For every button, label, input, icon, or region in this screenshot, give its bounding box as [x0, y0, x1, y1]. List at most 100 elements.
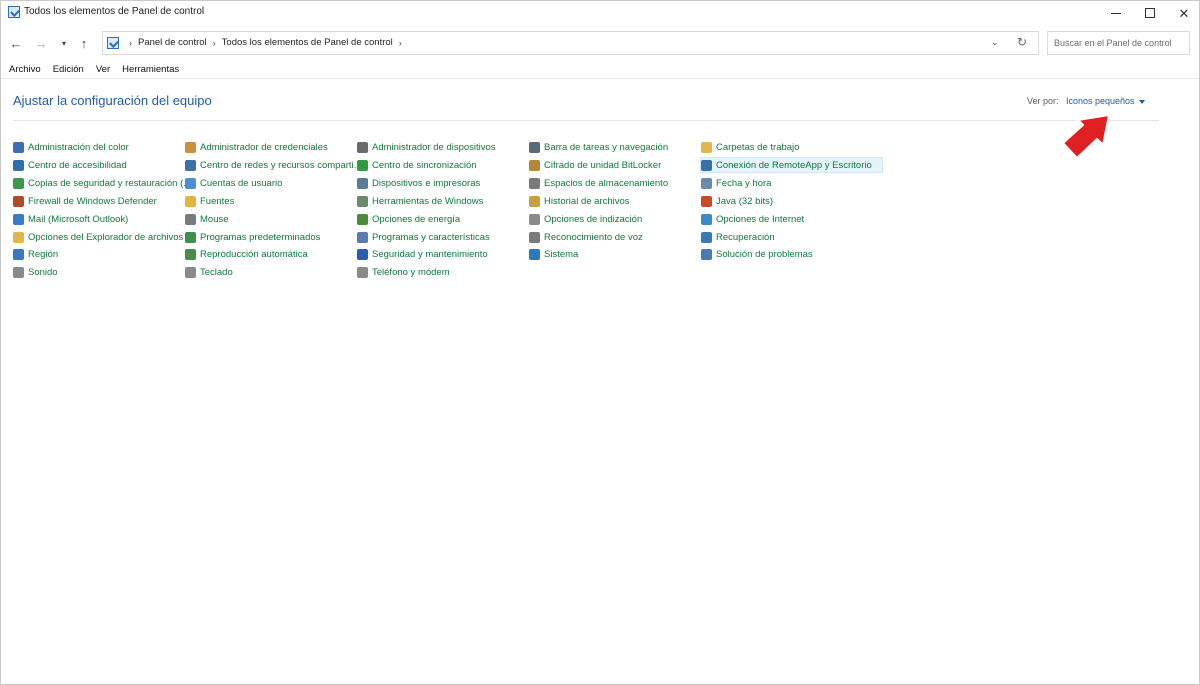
control-panel-item[interactable]: Herramientas de Windows — [357, 193, 483, 209]
caret-down-icon — [1138, 99, 1145, 104]
address-row: ← → ▾ ↑ › Panel de control › Todos los e… — [1, 29, 1199, 57]
address-bar[interactable]: › Panel de control › Todos los elementos… — [102, 31, 1039, 55]
control-panel-item[interactable]: Opciones de Internet — [701, 211, 804, 227]
address-dropdown-icon[interactable]: ⌄ — [991, 37, 999, 48]
control-panel-item-label: Firewall de Windows Defender — [28, 195, 157, 207]
folder-options-icon — [13, 231, 24, 243]
control-panel-item[interactable]: Java (32 bits) — [701, 193, 773, 209]
close-button[interactable]: ✕ — [1167, 1, 1200, 25]
control-panel-item[interactable]: Opciones del Explorador de archivos — [13, 229, 183, 245]
file-history-icon — [529, 195, 540, 207]
control-panel-item[interactable]: Teléfono y módem — [357, 264, 450, 280]
java-icon — [701, 195, 712, 207]
control-panel-item-label: Opciones de indización — [544, 213, 643, 225]
control-panel-item[interactable]: Historial de archivos — [529, 193, 630, 209]
control-panel-item-label: Región — [28, 248, 59, 260]
control-panel-item[interactable]: Barra de tareas y navegación — [529, 139, 668, 155]
default-programs-icon — [185, 231, 196, 243]
control-panel-item[interactable]: Copias de seguridad y restauración (... — [13, 175, 191, 191]
control-panel-icon — [107, 37, 119, 49]
control-panel-item[interactable]: Reconocimiento de voz — [529, 229, 643, 245]
control-panel-item-label: Fecha y hora — [716, 177, 772, 189]
windows-tools-icon — [357, 195, 368, 207]
menu-herramientas[interactable]: Herramientas — [116, 63, 185, 79]
control-panel-item[interactable]: Dispositivos e impresoras — [357, 175, 480, 191]
taskbar-icon — [529, 141, 540, 153]
troubleshooting-icon — [701, 248, 712, 260]
control-panel-item[interactable]: Recuperación — [701, 229, 775, 245]
firewall-icon — [13, 195, 24, 207]
control-panel-item[interactable]: Administrador de credenciales — [185, 139, 328, 155]
breadcrumb-item-control-panel[interactable]: Panel de control — [138, 37, 207, 48]
control-panel-item[interactable]: Centro de redes y recursos comparti... — [185, 157, 362, 173]
control-panel-item[interactable]: Administrador de dispositivos — [357, 139, 496, 155]
breadcrumb-separator[interactable]: › — [129, 38, 132, 48]
control-panel-item-label: Teléfono y módem — [372, 266, 450, 278]
control-panel-item[interactable]: Centro de sincronización — [357, 157, 477, 173]
control-panel-item[interactable]: Firewall de Windows Defender — [13, 193, 157, 209]
back-button[interactable]: ← — [5, 32, 27, 54]
up-button[interactable]: ↑ — [73, 32, 95, 54]
control-panel-item[interactable]: Mouse — [185, 211, 229, 227]
control-panel-item[interactable]: Solución de problemas — [701, 246, 813, 262]
refresh-icon[interactable]: ↻ — [1017, 35, 1027, 49]
control-panel-window: Todos los elementos de Panel de control … — [0, 0, 1200, 685]
control-panel-item-label: Carpetas de trabajo — [716, 141, 800, 153]
indexing-icon — [529, 213, 540, 225]
control-panel-item[interactable]: Opciones de indización — [529, 211, 642, 227]
control-panel-item[interactable]: Seguridad y mantenimiento — [357, 246, 488, 262]
control-panel-item-label: Espacios de almacenamiento — [544, 177, 669, 189]
credentials-icon — [185, 141, 196, 153]
control-panel-item[interactable]: Mail (Microsoft Outlook) — [13, 211, 128, 227]
forward-button[interactable]: → — [30, 32, 52, 54]
control-panel-item-label: Solución de problemas — [716, 248, 813, 260]
control-panel-item[interactable]: Sistema — [529, 246, 578, 262]
control-panel-item-label: Dispositivos e impresoras — [372, 177, 481, 189]
breadcrumb-separator[interactable]: › — [399, 38, 402, 48]
control-panel-item[interactable]: Cuentas de usuario — [185, 175, 282, 191]
control-panel-item[interactable]: Programas predeterminados — [185, 229, 320, 245]
sync-center-icon — [357, 159, 368, 171]
page-title: Ajustar la configuración del equipo — [13, 93, 212, 108]
system-icon — [529, 248, 540, 260]
control-panel-item[interactable]: Fuentes — [185, 193, 234, 209]
control-panel-item[interactable]: Centro de accesibilidad — [13, 157, 127, 173]
menu-edicion[interactable]: Edición — [47, 63, 90, 79]
menu-ver[interactable]: Ver — [90, 63, 116, 79]
control-panel-item-label: Recuperación — [716, 231, 775, 243]
view-by-dropdown[interactable]: Iconos pequeños — [1066, 96, 1145, 106]
control-panel-item-label: Mail (Microsoft Outlook) — [28, 213, 129, 225]
chevron-down-icon: ▾ — [61, 38, 66, 48]
menu-archivo[interactable]: Archivo — [3, 63, 47, 79]
control-panel-item[interactable]: Fecha y hora — [701, 175, 771, 191]
control-panel-item-label: Sistema — [544, 248, 579, 260]
control-panel-item-label: Administración del color — [28, 141, 129, 153]
control-panel-item[interactable]: Opciones de energía — [357, 211, 460, 227]
control-panel-item[interactable]: Espacios de almacenamiento — [529, 175, 668, 191]
control-panel-item[interactable]: Reproducción automática — [185, 246, 308, 262]
breadcrumb-item-all-items[interactable]: Todos los elementos de Panel de control — [222, 37, 393, 48]
control-panel-item[interactable]: Cifrado de unidad BitLocker — [529, 157, 661, 173]
control-panel-item[interactable]: Región — [13, 246, 58, 262]
control-panel-item[interactable]: Administración del color — [13, 139, 129, 155]
maximize-button[interactable] — [1133, 1, 1167, 25]
control-panel-item[interactable]: Conexión de RemoteApp y Escritorio — [700, 157, 883, 173]
control-panel-item-label: Mouse — [200, 213, 229, 225]
control-panel-item[interactable]: Carpetas de trabajo — [701, 139, 799, 155]
minimize-button[interactable] — [1099, 1, 1133, 25]
search-input[interactable]: Buscar en el Panel de control — [1047, 31, 1190, 55]
programs-features-icon — [357, 231, 368, 243]
speech-icon — [529, 231, 540, 243]
recent-locations-button[interactable]: ▾ — [53, 32, 75, 54]
control-panel-item-label: Herramientas de Windows — [372, 195, 484, 207]
autoplay-icon — [185, 248, 196, 260]
control-panel-item[interactable]: Sonido — [13, 264, 58, 280]
control-panel-item-label: Java (32 bits) — [716, 195, 774, 207]
window-title: Todos los elementos de Panel de control — [24, 6, 205, 17]
control-panel-item[interactable]: Teclado — [185, 264, 233, 280]
control-panel-item[interactable]: Programas y características — [357, 229, 490, 245]
control-panel-item-label: Administrador de credenciales — [200, 141, 328, 153]
control-panel-item-label: Centro de accesibilidad — [28, 159, 127, 171]
control-panel-item-label: Seguridad y mantenimiento — [372, 248, 488, 260]
breadcrumb-separator[interactable]: › — [213, 38, 216, 48]
